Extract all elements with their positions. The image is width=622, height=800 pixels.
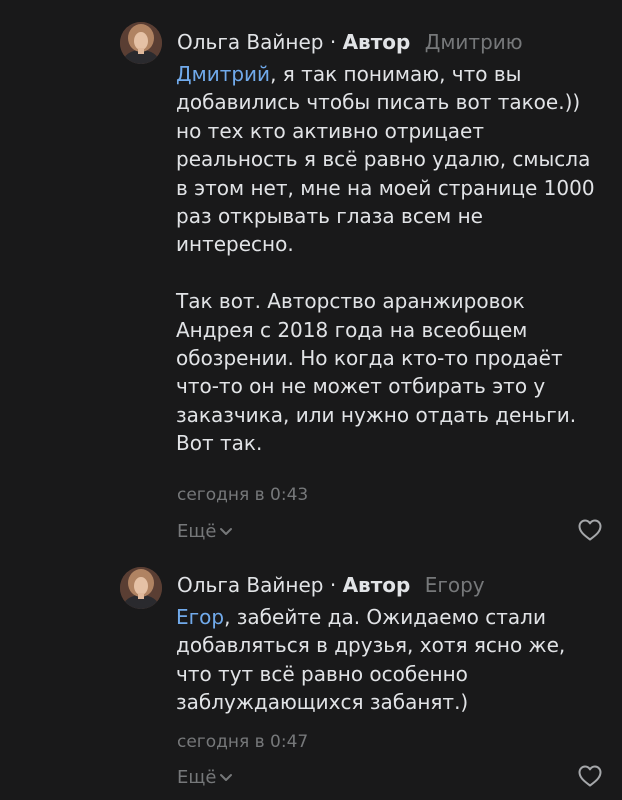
more-label: Ещё	[177, 767, 217, 788]
mention-link[interactable]: Егор	[176, 605, 224, 629]
avatar-photo	[120, 567, 162, 609]
comment-text-content: , я так понимаю, что вы добавились чтобы…	[176, 62, 595, 456]
mention-link[interactable]: Дмитрий	[176, 62, 270, 86]
chevron-down-icon	[220, 527, 233, 535]
heart-outline-icon[interactable]	[578, 765, 602, 787]
comment-text: Егор, забейте да. Ожидаемо стали добавля…	[176, 603, 606, 717]
comment-text: Дмитрий, я так понимаю, что вы добавилис…	[176, 60, 606, 458]
comment-text-content: , забейте да. Ожидаемо стали добавляться…	[176, 605, 572, 715]
comment-timestamp[interactable]: сегодня в 0:43	[177, 485, 308, 505]
author-badge: Автор	[342, 573, 411, 597]
reply-to-link[interactable]: Дмитрию	[425, 30, 523, 54]
more-button[interactable]: Ещё	[177, 767, 233, 788]
comment-timestamp[interactable]: сегодня в 0:47	[177, 732, 308, 752]
chevron-down-icon	[220, 773, 233, 781]
reply-to-link[interactable]: Егору	[425, 573, 485, 597]
avatar[interactable]	[120, 567, 162, 609]
heart-outline-icon[interactable]	[578, 519, 602, 541]
separator: ·	[329, 30, 337, 54]
separator: ·	[329, 573, 337, 597]
more-label: Ещё	[177, 521, 217, 542]
author-name[interactable]: Ольга Вайнер	[177, 573, 323, 597]
more-button[interactable]: Ещё	[177, 521, 233, 542]
avatar-photo	[120, 22, 162, 64]
comment-header: Ольга Вайнер · Автор Егору	[177, 572, 485, 598]
author-badge: Автор	[342, 30, 411, 54]
author-name[interactable]: Ольга Вайнер	[177, 30, 323, 54]
comment-header: Ольга Вайнер · Автор Дмитрию	[177, 29, 523, 55]
avatar[interactable]	[120, 22, 162, 64]
